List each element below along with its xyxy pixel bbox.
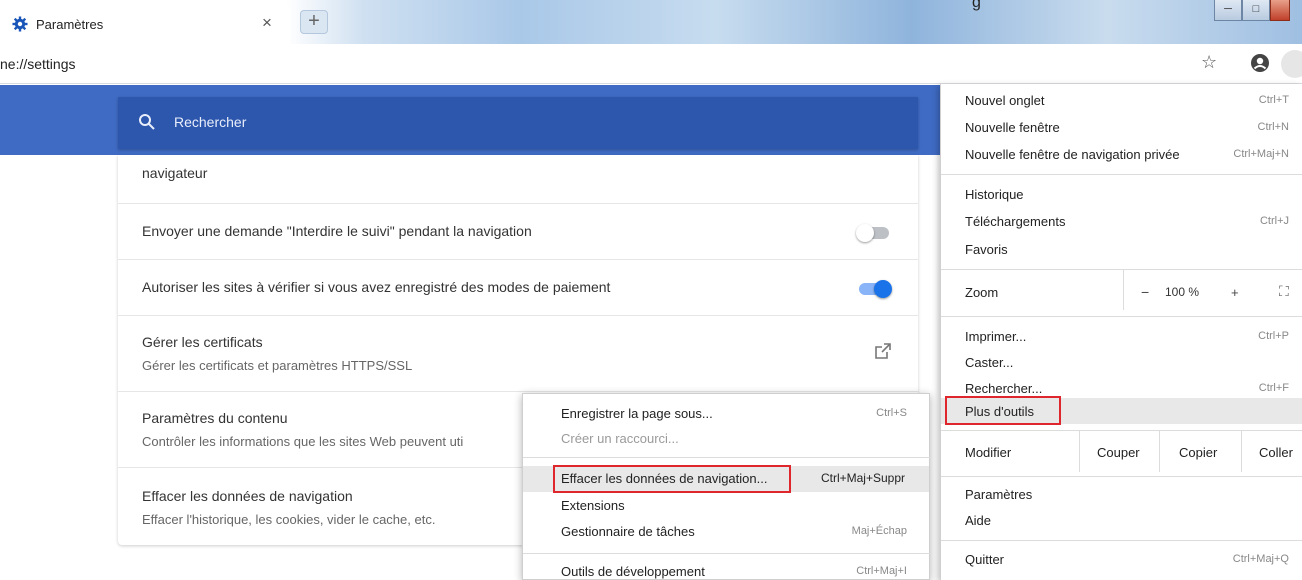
external-link-icon[interactable] bbox=[874, 342, 892, 360]
menu-item-task-manager[interactable]: Gestionnaire de tâches Maj+Échap bbox=[523, 520, 931, 546]
settings-row-clipped: navigateur bbox=[118, 155, 918, 195]
settings-row-do-not-track[interactable]: Envoyer une demande "Interdire le suivi"… bbox=[118, 203, 918, 259]
row-subtitle: Contrôler les informations que les sites… bbox=[142, 434, 464, 449]
fullscreen-icon[interactable]: ⛶ bbox=[1279, 283, 1289, 300]
menu-item-quit[interactable]: Quitter Ctrl+Maj+Q bbox=[941, 547, 1302, 573]
chrome-menu-button[interactable] bbox=[1281, 50, 1302, 78]
chrome-main-menu: Nouvel onglet Ctrl+T Nouvelle fenêtre Ct… bbox=[940, 84, 1302, 580]
menu-item-dev-tools[interactable]: Outils de développement Ctrl+Maj+I bbox=[523, 560, 931, 580]
minimize-button[interactable]: ─ bbox=[1214, 0, 1242, 21]
zoom-out-button[interactable]: − bbox=[1141, 284, 1149, 300]
gear-icon bbox=[12, 16, 28, 32]
menu-item-bookmarks[interactable]: Favoris bbox=[941, 237, 1302, 263]
menu-item-downloads[interactable]: Téléchargements Ctrl+J bbox=[941, 209, 1302, 235]
close-tab-icon[interactable]: × bbox=[262, 13, 272, 33]
row-subtitle: Gérer les certificats et paramètres HTTP… bbox=[142, 358, 413, 373]
search-placeholder: Rechercher bbox=[174, 114, 247, 130]
zoom-level: 100 % bbox=[1165, 285, 1200, 299]
row-title: Envoyer une demande "Interdire le suivi"… bbox=[142, 223, 532, 239]
zoom-in-button[interactable]: + bbox=[1231, 285, 1239, 300]
menu-item-new-tab[interactable]: Nouvel onglet Ctrl+T bbox=[941, 88, 1302, 114]
highlight-box bbox=[553, 465, 791, 493]
row-title: Gérer les certificats bbox=[142, 334, 263, 350]
menu-item-print[interactable]: Imprimer... Ctrl+P bbox=[941, 324, 1302, 350]
menu-item-extensions[interactable]: Extensions bbox=[523, 494, 931, 520]
row-title: Autoriser les sites à vérifier si vous a… bbox=[142, 279, 611, 295]
address-bar: ne://settings ☆ bbox=[0, 44, 1302, 84]
profile-icon[interactable] bbox=[1250, 53, 1270, 73]
menu-item-edit: Modifier Couper Copier Coller bbox=[941, 430, 1302, 472]
title-bar: Paramètres × + g ─ □ bbox=[0, 0, 1302, 44]
tab-title: Paramètres bbox=[36, 17, 104, 32]
url-field[interactable]: ne://settings bbox=[0, 56, 76, 72]
tab-settings[interactable]: Paramètres × bbox=[0, 4, 290, 44]
menu-item-settings[interactable]: Paramètres bbox=[941, 482, 1302, 508]
row-subtitle: Effacer l'historique, les cookies, vider… bbox=[142, 512, 436, 527]
do-not-track-toggle[interactable] bbox=[856, 224, 892, 242]
new-tab-button[interactable]: + bbox=[300, 10, 328, 34]
stray-text: g bbox=[972, 0, 981, 11]
highlight-box bbox=[945, 396, 1061, 425]
row-title: navigateur bbox=[142, 165, 208, 181]
menu-item-incognito[interactable]: Nouvelle fenêtre de navigation privée Ct… bbox=[941, 142, 1302, 168]
search-icon bbox=[139, 114, 155, 130]
menu-item-save-page[interactable]: Enregistrer la page sous... Ctrl+S bbox=[523, 402, 931, 428]
menu-item-help[interactable]: Aide bbox=[941, 508, 1302, 534]
search-box[interactable]: Rechercher bbox=[118, 97, 918, 149]
copy-button[interactable]: Copier bbox=[1179, 445, 1217, 460]
cut-button[interactable]: Couper bbox=[1097, 445, 1140, 460]
bookmark-star-icon[interactable]: ☆ bbox=[1201, 52, 1217, 73]
paste-button[interactable]: Coller bbox=[1259, 445, 1293, 460]
settings-row-payment-methods[interactable]: Autoriser les sites à vérifier si vous a… bbox=[118, 259, 918, 315]
menu-item-history[interactable]: Historique bbox=[941, 182, 1302, 208]
menu-item-cast[interactable]: Caster... bbox=[941, 350, 1302, 376]
settings-row-certificates[interactable]: Gérer les certificats Gérer les certific… bbox=[118, 315, 918, 391]
window-controls: ─ □ bbox=[1214, 0, 1290, 22]
maximize-button[interactable]: □ bbox=[1242, 0, 1270, 21]
menu-item-create-shortcut[interactable]: Créer un raccourci... bbox=[523, 427, 931, 453]
row-title: Paramètres du contenu bbox=[142, 410, 288, 426]
close-window-button[interactable] bbox=[1270, 0, 1290, 21]
payment-methods-toggle[interactable] bbox=[856, 280, 892, 298]
menu-item-zoom: Zoom − 100 % + ⛶ bbox=[941, 270, 1302, 310]
row-title: Effacer les données de navigation bbox=[142, 488, 353, 504]
menu-item-new-window[interactable]: Nouvelle fenêtre Ctrl+N bbox=[941, 115, 1302, 141]
more-tools-submenu: Enregistrer la page sous... Ctrl+S Créer… bbox=[522, 393, 931, 580]
